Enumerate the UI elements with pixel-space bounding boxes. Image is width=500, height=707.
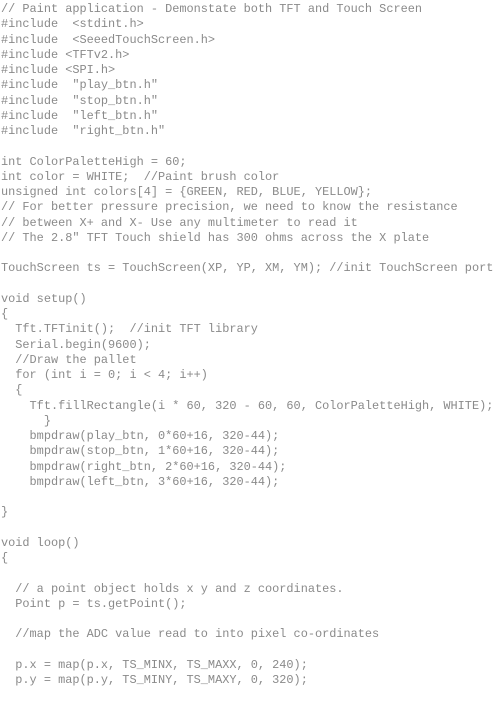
code-line: #include "play_btn.h": [1, 78, 158, 93]
code-line: #include <SeeedTouchScreen.h>: [1, 32, 216, 47]
code-line: bmpdraw(stop_btn, 1*60+16, 320-44);: [1, 444, 280, 459]
code-line: Tft.fillRectangle(i * 60, 320 - 60, 60, …: [1, 398, 494, 413]
code-line: bmpdraw(right_btn, 2*60+16, 320-44);: [1, 459, 287, 474]
code-line: unsigned int colors[4] = {GREEN, RED, BL…: [1, 185, 373, 199]
code-line: TouchScreen ts = TouchScreen(XP, YP, XM,…: [1, 261, 500, 276]
code-line: {: [1, 307, 9, 321]
code-line: #include "stop_btn.h": [1, 93, 158, 108]
code-line: #include <SPI.h>: [1, 63, 116, 77]
code-line: void loop(): [1, 535, 80, 550]
code-line: {: [1, 551, 9, 565]
code-line: }: [1, 413, 51, 428]
code-line: //Draw the pallet: [1, 352, 137, 367]
code-line: #include <stdint.h>: [1, 17, 144, 32]
code-line: //map the ADC value read to into pixel c…: [1, 627, 380, 642]
code-line: Point p = ts.getPoint();: [1, 596, 187, 611]
code-line: }: [1, 505, 9, 520]
code-line: Tft.TFTinit(); //init TFT library: [1, 322, 258, 337]
code-line: p.x = map(p.x, TS_MINX, TS_MAXX, 0, 240)…: [1, 657, 308, 672]
code-line: int ColorPaletteHigh = 60;: [1, 154, 187, 169]
code-line: Serial.begin(9600);: [1, 337, 151, 352]
code-line: int color = WHITE; //Paint brush color: [1, 169, 280, 184]
code-line: #include "left_btn.h": [1, 108, 158, 123]
code-line: void setup(): [1, 291, 87, 306]
code-line: #include <TFTv2.h>: [1, 47, 130, 62]
code-line: // Paint application - Demonstate both T…: [1, 2, 422, 16]
code-line: p.y = map(p.y, TS_MINY, TS_MAXY, 0, 320)…: [1, 673, 308, 687]
code-line: {: [1, 383, 23, 398]
code-line: // between X+ and X- Use any multimeter …: [1, 215, 358, 230]
code-line: // a point object holds x y and z coordi…: [1, 581, 344, 596]
code-line: bmpdraw(left_btn, 3*60+16, 320-44);: [1, 474, 280, 489]
code-line: // The 2.8" TFT Touch shield has 300 ohm…: [1, 230, 430, 245]
code-listing: // Paint application - Demonstate both T…: [1, 2, 500, 688]
code-line: #include "right_btn.h": [1, 124, 166, 138]
code-line: // For better pressure precision, we nee…: [1, 200, 458, 215]
code-line: for (int i = 0; i < 4; i++): [1, 368, 208, 382]
code-line: bmpdraw(play_btn, 0*60+16, 320-44);: [1, 429, 280, 443]
